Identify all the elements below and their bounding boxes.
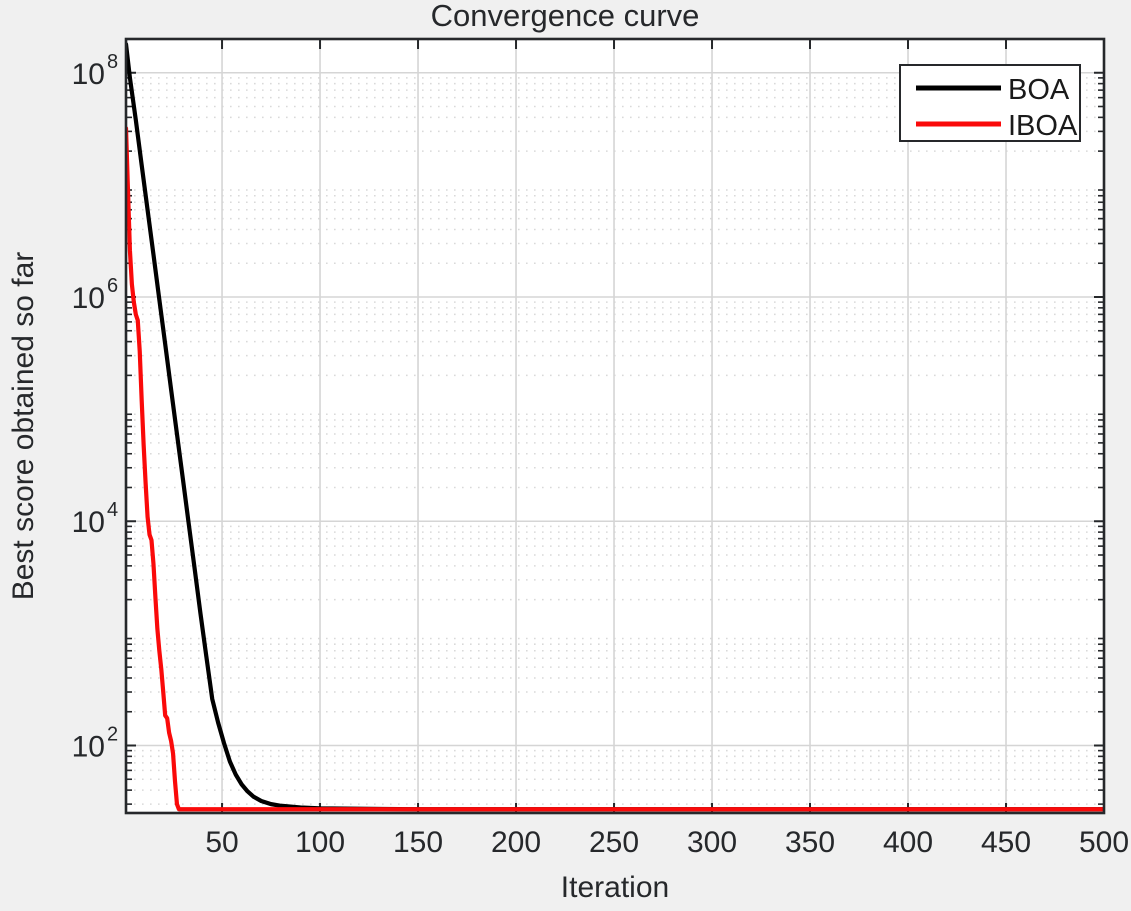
x-tick-label: 50 (205, 826, 238, 859)
legend[interactable]: BOA IBOA (899, 64, 1081, 142)
x-tick-label: 500 (1079, 826, 1129, 859)
x-tick-label: 100 (295, 826, 345, 859)
x-tick-label: 250 (589, 826, 639, 859)
page-title: Convergence curve (431, 0, 700, 33)
legend-label: IBOA (1008, 110, 1078, 142)
svg-text:6: 6 (107, 275, 118, 297)
convergence-chart-figure: Convergence curve Iteration Best score o… (0, 0, 1131, 911)
svg-text:10: 10 (72, 506, 105, 539)
x-tick-label: 400 (883, 826, 933, 859)
svg-text:4: 4 (107, 499, 118, 521)
x-tick-label: 450 (981, 826, 1031, 859)
svg-text:2: 2 (107, 723, 118, 745)
svg-text:10: 10 (72, 282, 105, 315)
x-tick-label: 200 (491, 826, 541, 859)
y-axis-label: Best score obtained so far (7, 252, 40, 601)
svg-text:10: 10 (72, 730, 105, 763)
x-axis-label: Iteration (561, 871, 669, 904)
chart-canvas: Convergence curve Iteration Best score o… (0, 0, 1131, 911)
legend-label: BOA (1008, 74, 1070, 106)
svg-text:10: 10 (72, 58, 105, 91)
x-tick-label: 350 (785, 826, 835, 859)
x-tick-label: 150 (393, 826, 443, 859)
x-tick-label: 300 (687, 826, 737, 859)
svg-text:8: 8 (107, 51, 118, 73)
